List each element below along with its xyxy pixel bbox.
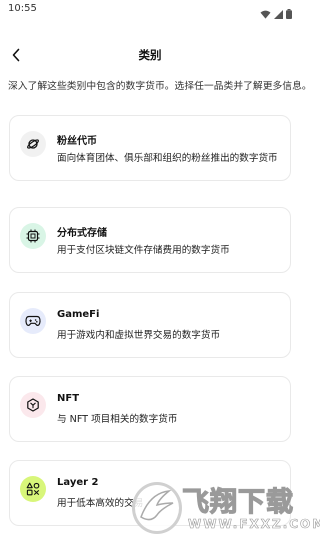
watermark-logo-icon <box>132 482 182 534</box>
watermark-url: WWW.FXXZ.COM <box>188 517 320 532</box>
category-card-nft[interactable]: NFT 与 NFT 项目相关的数字货币 <box>9 376 291 442</box>
category-title: NFT <box>57 393 80 404</box>
status-time: 10:55 <box>8 3 37 14</box>
category-description: 用于支付区块链文件存储费用的数字货币 <box>57 245 230 256</box>
gamepad-icon <box>20 308 46 334</box>
category-title: Layer 2 <box>57 477 99 488</box>
nft-icon <box>20 392 46 418</box>
category-title: 粉丝代币 <box>57 136 97 147</box>
category-card-fan-token[interactable]: 粉丝代币 面向体育团体、俱乐部和组织的粉丝推出的数字货币 <box>9 115 291 181</box>
intro-text: 深入了解这些类别中包含的数字货币。选择任一品类并了解更多信息。 <box>8 81 312 92</box>
category-title: 分布式存储 <box>57 228 107 239</box>
battery-icon <box>286 4 292 23</box>
category-description: 面向体育团体、俱乐部和组织的粉丝推出的数字货币 <box>57 153 278 164</box>
status-icons <box>260 4 292 23</box>
planet-icon <box>20 131 46 157</box>
layers-icon <box>20 476 46 502</box>
category-card-gamefi[interactable]: GameFi 用于游戏内和虚拟世界交易的数字货币 <box>9 292 291 358</box>
chip-icon <box>20 223 46 249</box>
page-title: 类别 <box>138 48 162 62</box>
site-watermark: 飞翔下载 WWW.FXXZ.COM <box>132 480 320 538</box>
category-description: 用于游戏内和虚拟世界交易的数字货币 <box>57 330 221 341</box>
signal-icon <box>274 4 283 23</box>
wifi-icon <box>260 4 271 23</box>
status-bar: 10:55 <box>0 0 300 22</box>
category-title: GameFi <box>57 309 100 320</box>
category-description: 用于低本高效的交易 <box>57 498 144 509</box>
category-card-distributed-storage[interactable]: 分布式存储 用于支付区块链文件存储费用的数字货币 <box>9 207 291 273</box>
app-bar: 类别 <box>0 38 300 72</box>
category-description: 与 NFT 项目相关的数字货币 <box>57 414 178 425</box>
watermark-text: 飞翔下载 <box>181 486 294 518</box>
